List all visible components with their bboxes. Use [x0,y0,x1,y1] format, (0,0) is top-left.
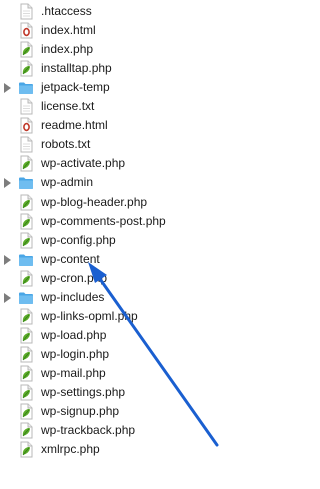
folder-row[interactable]: wp-content [0,250,250,269]
folder-icon [18,79,34,96]
file-row[interactable]: wp-comments-post.php [0,212,250,231]
file-name: .htaccess [41,4,92,18]
file-row[interactable]: wp-config.php [0,231,250,250]
php-file-icon [18,213,34,230]
file-name: wp-links-opml.php [41,308,138,323]
file-row[interactable]: readme.html [0,116,250,135]
file-name: wp-cron.php [41,270,108,285]
file-row[interactable]: wp-load.php [0,326,250,345]
file-name: robots.txt [41,137,91,152]
php-file-icon [18,384,34,401]
file-name: xmlrpc.php [41,442,100,457]
file-row[interactable]: wp-activate.php [0,154,250,173]
file-name: installtap.php [41,61,112,76]
php-file-icon [18,308,34,325]
file-name: index.php [41,42,94,57]
file-row[interactable]: robots.txt [0,135,250,154]
file-name: wp-content [41,251,100,266]
file-name: wp-config.php [41,232,116,247]
php-file-icon [18,232,34,249]
file-row[interactable]: xmlrpc.php [0,440,250,459]
html-file-icon [18,117,34,134]
file-row[interactable]: license.txt [0,97,250,116]
folder-icon [18,289,34,306]
file-row[interactable]: wp-blog-header.php [0,193,250,212]
file-name: wp-signup.php [41,404,120,419]
php-file-icon [18,194,34,211]
file-name: wp-activate.php [41,156,126,171]
file-name: jetpack-temp [41,80,110,95]
file-row[interactable]: wp-cron.php [0,269,250,288]
folder-icon [18,251,34,268]
php-file-icon [18,60,34,77]
file-name: index.html [41,23,96,38]
php-file-icon [18,422,34,439]
text-file-icon [18,136,34,153]
php-file-icon [18,155,34,172]
file-row[interactable]: index.html [0,21,250,40]
file-name: wp-includes [41,289,105,304]
file-row[interactable]: wp-links-opml.php [0,307,250,326]
file-row[interactable]: wp-settings.php [0,383,250,402]
file-row[interactable]: wp-mail.php [0,364,250,383]
file-row[interactable]: installtap.php [0,59,250,78]
text-file-icon [18,3,34,20]
file-row[interactable]: wp-login.php [0,345,250,364]
html-file-icon [18,22,34,39]
file-row[interactable]: .htaccess [0,2,250,21]
file-name: wp-blog-header.php [41,194,148,209]
file-row[interactable]: wp-trackback.php [0,421,250,440]
file-name: wp-admin [41,175,94,190]
folder-row[interactable]: jetpack-temp [0,78,250,97]
folder-row[interactable]: wp-includes [0,288,250,307]
folder-icon [18,174,34,191]
php-file-icon [18,270,34,287]
file-name: wp-mail.php [41,365,106,380]
php-file-icon [18,327,34,344]
file-row[interactable]: index.php [0,40,250,59]
file-name: wp-settings.php [41,385,126,399]
disclosure-triangle-icon[interactable] [4,178,11,189]
php-file-icon [18,403,34,420]
file-name: wp-comments-post.php [41,213,166,228]
file-row[interactable]: wp-signup.php [0,402,250,421]
file-list: .htaccess index.html index.php installtap.p… [0,0,260,489]
text-file-icon [18,98,34,115]
file-name: wp-login.php [41,346,110,361]
disclosure-triangle-icon[interactable] [4,292,11,303]
file-name: wp-load.php [41,327,107,342]
disclosure-triangle-icon[interactable] [4,254,11,265]
file-name: readme.html [41,118,108,133]
php-file-icon [18,441,34,458]
folder-row[interactable]: wp-admin [0,173,250,192]
php-file-icon [18,365,34,382]
php-file-icon [18,41,34,58]
file-name: license.txt [41,99,95,114]
file-name: wp-trackback.php [41,423,136,438]
php-file-icon [18,346,34,363]
disclosure-triangle-icon[interactable] [4,83,11,94]
